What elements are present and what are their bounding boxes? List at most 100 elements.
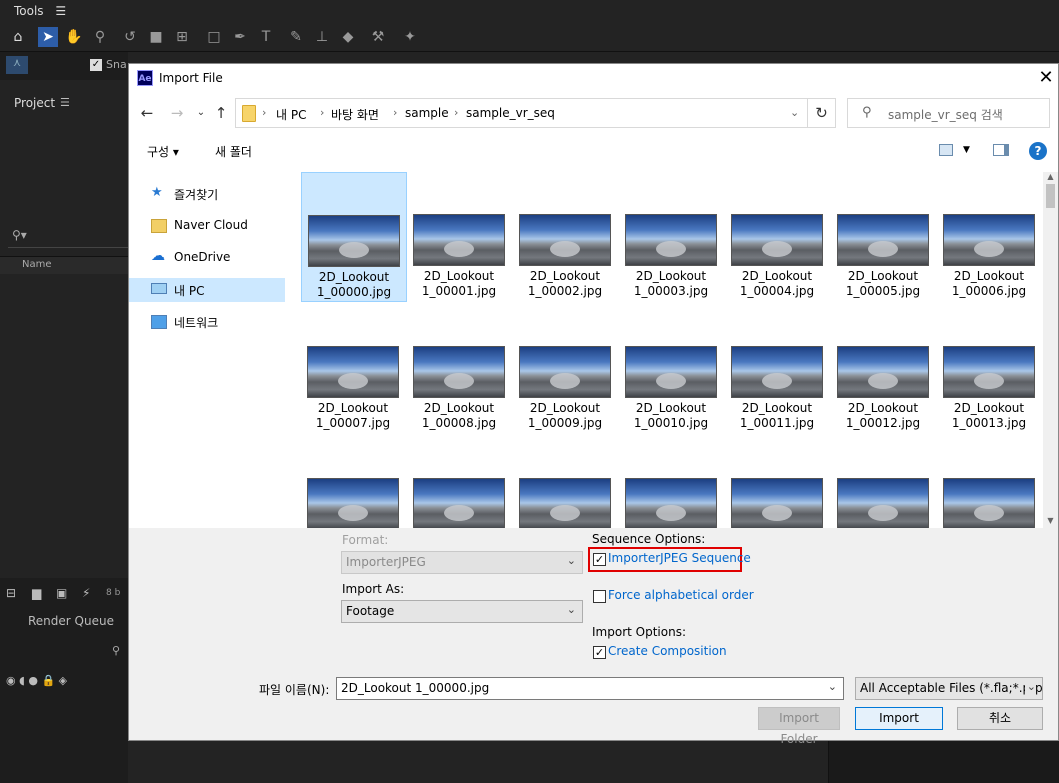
file-item[interactable]: 2D_Lookout 1_00009.jpg	[513, 304, 619, 434]
refresh-icon[interactable]: ↻	[808, 98, 836, 128]
recent-dropdown-icon[interactable]: ⌄	[191, 103, 211, 123]
chevron-down-icon[interactable]: ⌄	[828, 680, 837, 693]
new-folder-icon[interactable]: ▆	[32, 586, 41, 600]
home-icon[interactable]: ⌂	[8, 27, 28, 47]
file-item[interactable]: 2D_Lookout 1_00010.jpg	[619, 304, 725, 434]
zoom-tool-icon[interactable]: ⚲	[90, 27, 110, 47]
selection-tool-icon[interactable]: ➤	[38, 27, 58, 47]
file-item[interactable]	[301, 436, 407, 528]
file-item[interactable]	[831, 436, 937, 528]
import-folder-button[interactable]: Import Folder	[758, 707, 840, 746]
search-input[interactable]: ⚲ sample_vr_seq 검색	[847, 98, 1050, 128]
file-item[interactable]	[407, 436, 513, 528]
sidebar-item-onedrive[interactable]: ☁ OneDrive	[129, 246, 285, 270]
scroll-down-icon[interactable]: ▼	[1043, 516, 1058, 528]
breadcrumb-chevron-icon[interactable]: ›	[262, 106, 266, 119]
rectangle-tool-icon[interactable]: □	[204, 27, 224, 47]
force-alphabetical-checkbox[interactable]	[593, 590, 606, 603]
scrollbar-thumb[interactable]	[1046, 184, 1055, 208]
chevron-down-icon: ⌄	[566, 554, 576, 567]
name-column-header[interactable]: Name	[0, 256, 128, 274]
file-type-select[interactable]: All Acceptable Files (*.fla;*.prpr ⌄	[855, 677, 1043, 700]
eraser-tool-icon[interactable]: ◆	[338, 27, 358, 47]
breadcrumb-sample[interactable]: sample	[405, 106, 449, 120]
file-item[interactable]: 2D_Lookout 1_00011.jpg	[725, 304, 831, 434]
view-dropdown-icon[interactable]: ▼	[963, 145, 970, 155]
file-item[interactable]	[619, 436, 725, 528]
file-item[interactable]: 2D_Lookout 1_00002.jpg	[513, 172, 619, 302]
project-search[interactable]: ⚲▾	[8, 228, 128, 248]
import-button[interactable]: Import	[855, 707, 943, 730]
organize-menu[interactable]: 구성 ▾	[147, 143, 179, 160]
sequence-checkbox-label[interactable]: ImporterJPEG Sequence	[608, 551, 751, 565]
file-item[interactable]: 2D_Lookout 1_00005.jpg	[831, 172, 937, 302]
puppet-pin-icon[interactable]: ✦	[400, 27, 420, 47]
new-comp-icon[interactable]: ▣	[56, 586, 67, 600]
snap-checkbox[interactable]: ✓	[90, 59, 102, 71]
breadcrumb-desktop[interactable]: 바탕 화면	[331, 106, 379, 123]
type-tool-icon[interactable]: T	[256, 27, 276, 47]
render-queue-tab[interactable]: Render Queue	[28, 614, 114, 628]
clone-stamp-icon[interactable]: ⊥	[312, 27, 332, 47]
force-alphabetical-label[interactable]: Force alphabetical order	[608, 588, 754, 602]
sidebar-item-naver-cloud[interactable]: Naver Cloud	[129, 214, 285, 238]
interpret-footage-icon[interactable]: ⊟	[6, 586, 16, 600]
filename-field[interactable]: 2D_Lookout 1_00000.jpg ⌄	[336, 677, 844, 700]
camera-tool-icon[interactable]: ■	[146, 27, 166, 47]
breadcrumb-my-pc[interactable]: 내 PC	[276, 106, 306, 123]
file-item[interactable]: 2D_Lookout 1_00001.jpg	[407, 172, 513, 302]
change-view-icon[interactable]	[939, 144, 953, 156]
file-item[interactable]: 2D_Lookout 1_00004.jpg	[725, 172, 831, 302]
file-item[interactable]: 2D_Lookout 1_00012.jpg	[831, 304, 937, 434]
create-composition-label[interactable]: Create Composition	[608, 644, 727, 658]
roto-brush-icon[interactable]: ⚒	[368, 27, 388, 47]
breadcrumb-chevron-icon[interactable]: ›	[454, 106, 458, 119]
render-icon[interactable]: ⚡	[82, 586, 90, 600]
pan-behind-tool-icon[interactable]: ⊞	[172, 27, 192, 47]
file-item[interactable]	[937, 436, 1043, 528]
scroll-up-icon[interactable]: ▲	[1043, 172, 1058, 184]
file-item[interactable]	[725, 436, 831, 528]
align-icon[interactable]: ⋏	[6, 56, 28, 74]
file-list-scrollbar[interactable]: ▲ ▼	[1043, 172, 1058, 528]
breadcrumb-sample-vr-seq[interactable]: sample_vr_seq	[466, 106, 555, 120]
back-arrow-icon[interactable]: ←	[137, 103, 157, 123]
rotate-tool-icon[interactable]: ↺	[120, 27, 140, 47]
forward-arrow-icon[interactable]: →	[167, 103, 187, 123]
breadcrumb-chevron-icon[interactable]: ›	[320, 106, 324, 119]
file-item[interactable]	[513, 436, 619, 528]
cancel-button[interactable]: 취소	[957, 707, 1043, 730]
file-item[interactable]: 2D_Lookout 1_00006.jpg	[937, 172, 1043, 302]
file-name-line1: 2D_Lookout	[741, 269, 813, 283]
breadcrumb-chevron-icon[interactable]: ›	[393, 106, 397, 119]
panel-menu-icon[interactable]: ☰	[55, 4, 66, 18]
file-item[interactable]: 2D_Lookout 1_00007.jpg	[301, 304, 407, 434]
sidebar-item-network[interactable]: 네트워크	[129, 310, 285, 334]
file-item[interactable]: 2D_Lookout 1_00013.jpg	[937, 304, 1043, 434]
file-item[interactable]: 2D_Lookout 1_00000.jpg	[301, 172, 407, 302]
file-item[interactable]: 2D_Lookout 1_00008.jpg	[407, 304, 513, 434]
import-as-select[interactable]: Footage ⌄	[341, 600, 583, 623]
close-icon[interactable]: ✕	[1034, 66, 1058, 90]
bpc-label[interactable]: 8 b	[106, 588, 120, 598]
help-icon[interactable]: ?	[1029, 142, 1047, 160]
address-bar[interactable]: › 내 PC › 바탕 화면 › sample › sample_vr_seq …	[235, 98, 808, 128]
sidebar-item-label: OneDrive	[174, 250, 231, 264]
pen-tool-icon[interactable]: ✒	[230, 27, 250, 47]
new-folder-button[interactable]: 새 폴더	[215, 143, 252, 160]
sidebar-item-favorites[interactable]: ★ 즐겨찾기	[129, 182, 285, 206]
timeline-search-icon[interactable]: ⚲	[112, 644, 120, 657]
brush-tool-icon[interactable]: ✎	[286, 27, 306, 47]
create-composition-checkbox[interactable]: ✓	[593, 646, 606, 659]
up-arrow-icon[interactable]: ↑	[211, 103, 231, 123]
filename-value: 2D_Lookout 1_00000.jpg	[341, 681, 490, 695]
preview-pane-icon[interactable]	[993, 144, 1009, 156]
import-as-value: Footage	[346, 604, 395, 618]
hand-tool-icon[interactable]: ✋	[64, 27, 84, 47]
file-item[interactable]: 2D_Lookout 1_00003.jpg	[619, 172, 725, 302]
file-name-line1: 2D_Lookout	[953, 269, 1025, 283]
sidebar-item-my-pc[interactable]: 내 PC	[129, 278, 285, 302]
sequence-checkbox[interactable]: ✓	[593, 553, 606, 566]
address-dropdown-icon[interactable]: ⌄	[790, 106, 799, 119]
panel-menu-icon[interactable]: ☰	[60, 96, 70, 109]
